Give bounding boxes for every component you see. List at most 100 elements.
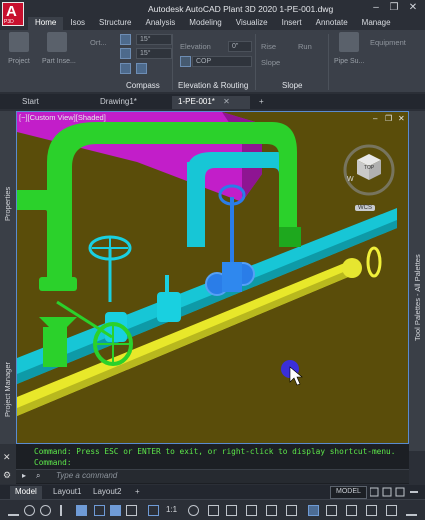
viewcube-face-label[interactable]: TOP	[364, 165, 374, 171]
ortho-label[interactable]: Ort...	[90, 38, 107, 47]
close-button[interactable]: ✕	[407, 2, 419, 14]
tab-home[interactable]: Home	[28, 17, 64, 30]
lineweight-icon[interactable]	[60, 505, 71, 516]
minimize-button[interactable]: –	[370, 2, 382, 14]
grid-icon[interactable]	[120, 63, 131, 74]
tab-analysis[interactable]: Analysis	[138, 17, 182, 30]
right-palette-strip: Tool Palettes - All Palettes	[409, 111, 425, 451]
new-tab-button[interactable]: +	[253, 96, 270, 109]
otrack-icon[interactable]	[40, 505, 51, 516]
cop-select[interactable]: COP	[192, 56, 252, 67]
tick-icon[interactable]	[136, 63, 147, 74]
green-pipe-down	[43, 327, 67, 367]
angle-select-2[interactable]: 15°	[136, 48, 172, 59]
annotation-monitor-icon[interactable]	[208, 505, 219, 516]
hardware-acceleration-icon[interactable]	[308, 505, 319, 516]
polar-icon[interactable]	[8, 505, 19, 516]
compass-panel-caption[interactable]: Compass	[126, 81, 160, 92]
application-menu-button[interactable]: A P3D	[2, 2, 24, 26]
tab-modeling[interactable]: Modeling	[182, 17, 228, 30]
viewport-scale-icon[interactable]	[346, 505, 357, 516]
tab-structure[interactable]: Structure	[92, 17, 138, 30]
3dosnap-icon[interactable]	[94, 505, 105, 516]
viewport-controls-label[interactable]: [−][Custom View][Shaded]	[19, 113, 106, 122]
tab-insert[interactable]: Insert	[275, 17, 309, 30]
selection-cycling-icon[interactable]	[76, 505, 87, 516]
tab-visualize[interactable]: Visualize	[229, 17, 275, 30]
annotation-visibility-icon[interactable]	[126, 505, 137, 516]
status-icons-top	[369, 487, 420, 497]
pipe-support-label: Pipe Su...	[334, 58, 365, 65]
elevation-routing-caption[interactable]: Elevation & Routing	[178, 81, 248, 92]
file-tab-active-label: 1-PE-001*	[178, 97, 215, 106]
viewport-minimize-button[interactable]: –	[373, 114, 377, 123]
snap-icon[interactable]	[120, 48, 131, 59]
green-pipe-flange	[279, 227, 301, 247]
clean-screen-icon[interactable]	[326, 505, 337, 516]
compass-toggle-icon[interactable]	[120, 34, 131, 45]
slope-panel-caption[interactable]: Slope	[282, 81, 302, 92]
tab-manage[interactable]: Manage	[355, 17, 398, 30]
run-label[interactable]: Run	[298, 42, 312, 51]
tab-model[interactable]: Model	[10, 486, 42, 499]
dynamic-ucs-icon[interactable]	[110, 505, 121, 516]
file-tab-bar: Start Drawing1* 1-PE-001* ✕ +	[0, 94, 425, 109]
full-screen-icon[interactable]	[386, 505, 397, 516]
properties-palette-tab[interactable]: Properties	[3, 187, 12, 221]
slope-label[interactable]: Slope	[261, 58, 280, 67]
wrench-icon[interactable]: ⚙	[3, 470, 11, 481]
autoscale-icon[interactable]	[148, 505, 159, 516]
project-manager-palette-tab[interactable]: Project Manager	[3, 362, 12, 417]
isolate-objects-icon[interactable]	[286, 505, 297, 516]
window-title: Autodesk AutoCAD Plant 3D 2020 1-PE-001.…	[148, 4, 334, 14]
command-line[interactable]: ▸ ⌕ Type a command	[16, 469, 409, 483]
file-tab-active[interactable]: 1-PE-001* ✕	[172, 96, 250, 109]
pipe-support-button[interactable]: Pipe Su...	[334, 32, 364, 65]
file-tab-drawing1[interactable]: Drawing1*	[94, 96, 143, 109]
viewport-restore-button[interactable]: ❐	[385, 114, 392, 123]
command-history-line: Command:	[34, 458, 72, 467]
transparency-icon[interactable]	[366, 505, 377, 516]
green-flange	[39, 277, 77, 291]
annotation-scale[interactable]: 1:1	[166, 505, 177, 514]
cyan-flange	[157, 292, 181, 322]
workspace-gear-icon[interactable]	[188, 505, 199, 516]
command-input[interactable]: Type a command	[56, 471, 117, 480]
search-icon: ⌕	[36, 471, 41, 480]
command-line-side: ✕ ⚙	[0, 444, 16, 484]
command-close-icon[interactable]: ✕	[3, 452, 11, 463]
add-layout-button[interactable]: +	[130, 486, 145, 499]
units-icon[interactable]	[226, 505, 237, 516]
rise-label[interactable]: Rise	[261, 42, 276, 51]
angle-select-1[interactable]: 15°	[136, 34, 172, 45]
tab-isos[interactable]: Isos	[63, 17, 92, 30]
tab-layout1[interactable]: Layout1	[48, 486, 86, 499]
osnap-icon[interactable]	[24, 505, 35, 516]
layout-tab-bar: Model Layout1 Layout2 + MODEL	[0, 485, 425, 499]
model-space-button[interactable]: MODEL	[330, 486, 367, 499]
cop-icon	[180, 56, 191, 67]
elevation-field[interactable]: 0"	[228, 41, 252, 52]
part-insertion-button[interactable]: Part Inse...	[42, 32, 76, 65]
plant-3d-model	[17, 112, 408, 443]
equipment-label[interactable]: Equipment	[370, 38, 406, 47]
close-tab-icon[interactable]: ✕	[223, 97, 230, 106]
tab-annotate[interactable]: Annotate	[309, 17, 355, 30]
quick-properties-icon[interactable]	[246, 505, 257, 516]
tab-layout2[interactable]: Layout2	[88, 486, 126, 499]
viewport-close-button[interactable]: ✕	[398, 114, 405, 123]
customization-menu-icon[interactable]	[406, 505, 417, 516]
project-icon	[9, 32, 29, 52]
left-palette-strip: Properties Project Manager	[0, 111, 16, 451]
lock-ui-icon[interactable]	[266, 505, 277, 516]
model-viewport[interactable]: [−][Custom View][Shaded] – ❐ ✕ TOP W WCS	[16, 111, 409, 444]
restore-button[interactable]: ❐	[388, 2, 400, 14]
ribbon-panel: Project Part Inse... Ort... 15° 15° Comp…	[0, 30, 425, 92]
file-tab-start[interactable]: Start	[16, 96, 45, 109]
ribbon-separator	[255, 34, 256, 90]
tool-palettes-tab[interactable]: Tool Palettes - All Palettes	[413, 254, 422, 341]
project-button[interactable]: Project	[4, 32, 34, 65]
viewcube-compass-label[interactable]: W	[347, 176, 354, 183]
wcs-menu[interactable]: WCS	[355, 205, 375, 211]
yellow-pipe-fitting	[342, 258, 362, 278]
